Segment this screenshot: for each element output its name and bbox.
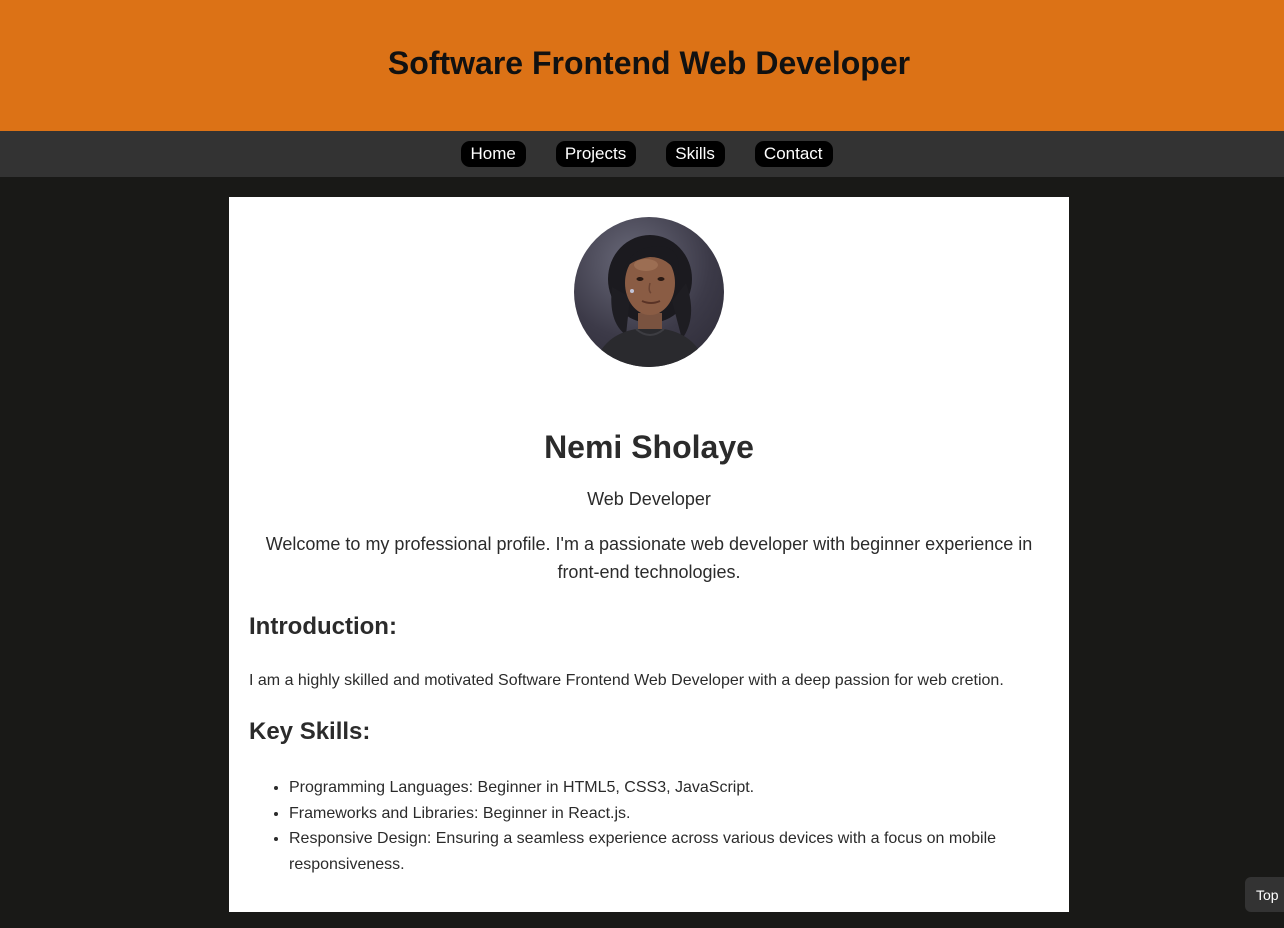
profile-name: Nemi Sholaye [544, 429, 754, 465]
profile-role: Web Developer [587, 489, 711, 509]
site-header: Software Frontend Web Developer [0, 0, 1284, 131]
back-to-top-button[interactable]: Top [1245, 877, 1284, 912]
nav-link-contact[interactable]: Contact [754, 141, 833, 167]
profile-welcome-text: Welcome to my professional profile. I'm … [265, 534, 1033, 582]
profile-card: Nemi Sholaye Web Developer Welcome to my… [229, 197, 1069, 912]
main-nav: Home Projects Skills Contact [0, 131, 1284, 177]
nav-link-projects[interactable]: Projects [555, 141, 637, 167]
nav-link-home[interactable]: Home [461, 141, 526, 167]
skills-section: Key Skills: Programming Languages: Begin… [249, 718, 1049, 877]
introduction-text: I am a highly skilled and motivated Soft… [249, 672, 1004, 689]
profile-photo-illustration [594, 235, 706, 367]
site-title: Software Frontend Web Developer [387, 45, 911, 81]
skills-list-item: Responsive Design: Ensuring a seamless e… [289, 826, 1049, 877]
skills-list-item: Programming Languages: Beginner in HTML5… [289, 775, 1049, 801]
skills-heading: Key Skills: [249, 718, 371, 745]
skills-list: Programming Languages: Beginner in HTML5… [249, 775, 1049, 877]
introduction-section: Introduction: I am a highly skilled and … [249, 613, 1049, 691]
skills-list-item: Frameworks and Libraries: Beginner in Re… [289, 801, 1049, 827]
nav-link-skills[interactable]: Skills [666, 141, 725, 167]
introduction-heading: Introduction: [249, 613, 397, 640]
profile-photo [574, 217, 724, 367]
